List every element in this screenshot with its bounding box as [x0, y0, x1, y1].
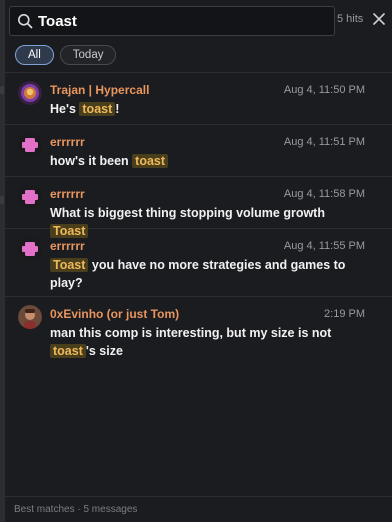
message-text: how's it been toast	[50, 152, 350, 170]
message-text-segment: !	[115, 102, 120, 116]
match-highlight: toast	[50, 344, 86, 358]
avatar	[18, 237, 42, 261]
message-timestamp: Aug 4, 11:51 PM	[283, 136, 365, 148]
avatar	[18, 81, 42, 105]
match-highlight: Toast	[50, 258, 89, 272]
message-timestamp: 2:19 PM	[324, 308, 365, 320]
close-icon[interactable]	[371, 11, 387, 27]
results-footer: Best matches · 5 messages	[5, 496, 392, 522]
message-text-segment: you have no more strategies and games to…	[50, 258, 346, 290]
search-result[interactable]: errrrrr Aug 4, 11:51 PM how's it been to…	[5, 125, 392, 177]
message-text-segment: how's it been	[50, 154, 133, 168]
message-text-segment: 's size	[85, 344, 123, 358]
hits-count: 5 hits	[337, 13, 364, 25]
match-highlight: toast	[132, 154, 169, 168]
avatar	[18, 133, 42, 157]
message-text-segment: What is biggest thing stopping volume gr…	[50, 206, 325, 220]
message-text-segment: man this comp is interesting, but my siz…	[50, 326, 332, 340]
message-author: errrrrr	[50, 239, 85, 253]
message-text-segment: He's	[50, 102, 80, 116]
search-result[interactable]: Trajan | Hypercall Aug 4, 11:50 PM He's …	[5, 73, 392, 125]
search-box[interactable]	[9, 6, 335, 36]
message-text: man this comp is interesting, but my siz…	[50, 324, 350, 360]
message-author: 0xEvinho (or just Tom)	[50, 307, 180, 321]
search-input[interactable]	[38, 11, 318, 31]
filter-today[interactable]: Today	[59, 45, 117, 65]
avatar	[18, 305, 42, 329]
match-highlight: toast	[79, 102, 116, 116]
message-text: He's toast!	[50, 100, 350, 118]
search-result[interactable]: 0xEvinho (or just Tom) 2:19 PM man this …	[5, 297, 392, 367]
avatar	[18, 185, 42, 209]
message-timestamp: Aug 4, 11:55 PM	[283, 240, 365, 252]
message-timestamp: Aug 4, 11:58 PM	[283, 188, 365, 200]
message-timestamp: Aug 4, 11:50 PM	[283, 84, 365, 96]
message-author: errrrrr	[50, 187, 85, 201]
message-author: errrrrr	[50, 135, 85, 149]
search-result[interactable]: errrrrr Aug 4, 11:58 PM What is biggest …	[5, 177, 392, 238]
search-row: 5 hits	[5, 0, 392, 40]
filter-bar: All Today	[15, 45, 117, 65]
search-icon	[18, 14, 33, 29]
message-author: Trajan | Hypercall	[50, 83, 150, 97]
filter-all[interactable]: All	[15, 45, 54, 65]
message-text: Toast you have no more strategies and ga…	[50, 256, 350, 292]
search-result[interactable]: errrrrr Aug 4, 11:55 PM Toast you have n…	[5, 229, 392, 297]
search-panel: 5 hits All Today Trajan | Hypercall Aug …	[4, 0, 392, 522]
